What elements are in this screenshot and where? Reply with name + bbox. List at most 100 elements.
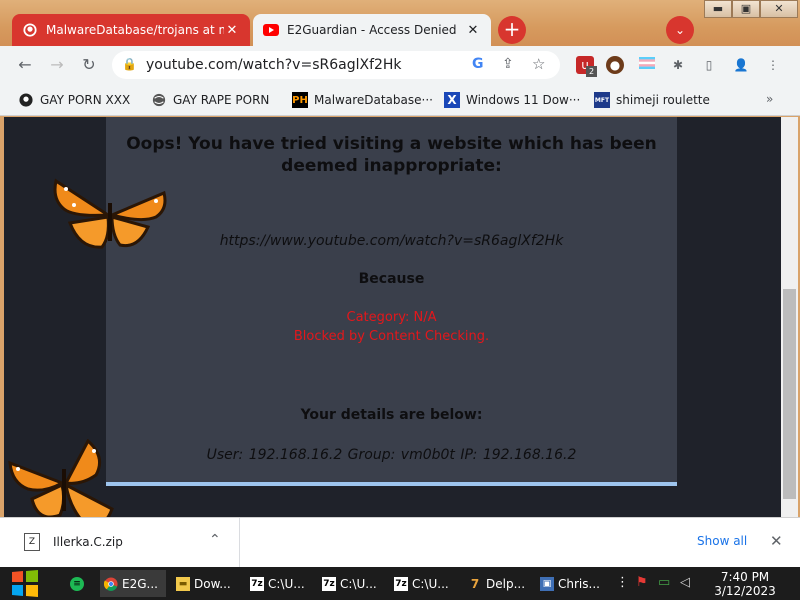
address-bar[interactable]: 🔒 youtube.com/watch?v=sR6aglXf2Hk G ⇪ ☆	[112, 51, 560, 79]
bookmark-label: GAY PORN XXX	[40, 93, 131, 107]
taskbar-label: C:\U...	[340, 576, 377, 591]
side-panel-icon[interactable]: ▯	[700, 56, 718, 74]
page-viewport: Oops! You have tried visiting a website …	[0, 117, 800, 528]
taskbar-label: Delp...	[486, 576, 526, 591]
avatar-extension-icon[interactable]: ●	[606, 56, 624, 74]
taskbar-7zip-2[interactable]: 7z C:\U...	[318, 570, 384, 597]
reload-button[interactable]: ↻	[78, 54, 100, 76]
extension-badge: 2	[586, 66, 597, 77]
share-icon[interactable]: ⇪	[502, 56, 514, 72]
trans-flag-icon[interactable]	[638, 56, 656, 74]
back-button[interactable]: ←	[14, 54, 36, 76]
bookmark-malwaredatabase[interactable]: PH MalwareDatabase···	[292, 92, 433, 108]
taskbar-spotify[interactable]: ≡	[66, 570, 96, 597]
new-tab-button[interactable]: +	[498, 16, 526, 44]
tab-e2guardian[interactable]: E2Guardian - Access Denied ✕	[253, 14, 491, 46]
taskbar-explorer[interactable]: ▬ Dow...	[172, 570, 238, 597]
flag-icon[interactable]: ⚑	[636, 575, 648, 590]
show-all-downloads-link[interactable]: Show all	[697, 534, 747, 548]
bookmark-shimeji-roulette[interactable]: MFT shimeji roulette	[594, 92, 710, 108]
taskbar-label: C:\U...	[268, 576, 305, 591]
volume-icon[interactable]: ◁	[680, 575, 690, 590]
bookmarks-overflow-button[interactable]: »	[766, 92, 773, 106]
arrow-right-icon: →	[50, 55, 64, 74]
taskbar-label: Chris...	[558, 576, 600, 591]
profile-icon[interactable]: 👤	[732, 56, 750, 74]
taskbar-label: E2G...	[122, 576, 158, 591]
folder-icon: ▬	[176, 576, 190, 591]
bookmark-label: MalwareDatabase···	[314, 93, 433, 107]
close-tab-icon[interactable]: ✕	[465, 23, 481, 38]
taskbar-chris[interactable]: ▣ Chris...	[536, 570, 602, 597]
spotify-icon: ≡	[70, 576, 84, 591]
x-icon: X	[444, 92, 460, 108]
download-filename: Illerka.C.zip	[53, 535, 123, 549]
bookmark-gay-rape-porn[interactable]: GAY RAPE PORN	[151, 92, 269, 108]
chevron-up-icon[interactable]: ⌃	[209, 532, 221, 548]
bookmark-windows-11[interactable]: X Windows 11 Dow···	[444, 92, 580, 108]
start-button[interactable]	[10, 569, 40, 598]
network-icon[interactable]: ▭	[658, 575, 670, 590]
download-item[interactable]: Z Illerka.C.zip ⌃	[0, 518, 240, 568]
tab-malwaredatabase[interactable]: MalwareDatabase/trojans at m ✕	[12, 14, 250, 46]
taskbar-label: Dow...	[194, 576, 231, 591]
block-page: Oops! You have tried visiting a website …	[106, 117, 677, 486]
delphi-icon: 7	[470, 576, 480, 591]
taskbar-delphi[interactable]: 7 Delp...	[464, 570, 530, 597]
arrow-left-icon: ←	[18, 55, 32, 74]
tab-title: E2Guardian - Access Denied	[287, 23, 457, 37]
block-reason: Blocked by Content Checking.	[293, 329, 490, 344]
google-icon[interactable]: G	[472, 56, 484, 72]
taskbar: ≡ E2G... ▬ Dow... 7z C:\U... 7z C:\U... …	[0, 567, 800, 600]
globe-icon	[151, 92, 167, 108]
chevron-down-icon: ⌄	[674, 23, 686, 37]
pornhub-icon: PH	[292, 92, 308, 108]
clock-time: 7:40 PM	[720, 570, 770, 584]
tab-search-button[interactable]: ⌄	[666, 16, 694, 44]
lock-icon: 🔒	[122, 57, 137, 71]
block-heading: Oops! You have tried visiting a website …	[126, 134, 657, 176]
tab-title: MalwareDatabase/trojans at m	[46, 23, 224, 37]
chrome-icon	[104, 576, 118, 591]
bookmark-gay-porn-xxx[interactable]: GAY PORN XXX	[18, 92, 130, 108]
bookmark-star-icon[interactable]: ☆	[532, 55, 545, 73]
github-icon	[22, 22, 38, 38]
bookmark-label: shimeji roulette	[616, 93, 710, 107]
puzzle-icon[interactable]: ✱	[669, 56, 687, 74]
app-icon: ▣	[540, 576, 554, 591]
download-bar: Z Illerka.C.zip ⌃ Show all ✕	[0, 517, 800, 568]
scrollbar-thumb[interactable]	[783, 289, 796, 499]
7zip-icon: 7z	[394, 576, 408, 591]
because-label: Because	[358, 271, 425, 287]
menu-icon[interactable]: ⋮	[764, 56, 782, 74]
github-icon	[18, 92, 34, 108]
butterfly-icon[interactable]	[52, 175, 170, 255]
taskbar-7zip-1[interactable]: 7z C:\U...	[246, 570, 312, 597]
taskbar-chrome[interactable]: E2G...	[100, 570, 166, 597]
tab-strip: MalwareDatabase/trojans at m ✕ E2Guardia…	[0, 0, 800, 46]
minimize-button[interactable]: ▬	[704, 0, 732, 18]
close-tab-icon[interactable]: ✕	[224, 23, 240, 38]
blocked-url: https://www.youtube.com/watch?v=sR6aglXf…	[219, 233, 564, 249]
address-text[interactable]: youtube.com/watch?v=sR6aglXf2Hk	[146, 57, 402, 73]
window-border	[0, 117, 4, 517]
7zip-icon: 7z	[250, 576, 264, 591]
bookmarks-bar: GAY PORN XXX GAY RAPE PORN PH MalwareDat…	[0, 84, 800, 116]
forward-button[interactable]: →	[46, 54, 68, 76]
close-window-button[interactable]: ✕	[760, 0, 798, 18]
7zip-icon: 7z	[322, 576, 336, 591]
zip-file-icon: Z	[24, 533, 40, 551]
user-details: User: 192.168.16.2 Group: vm0b0t IP: 192…	[206, 447, 577, 463]
details-heading: Your details are below:	[300, 407, 483, 423]
taskbar-label: C:\U...	[412, 576, 449, 591]
overflow-tray-icon[interactable]: ⋮	[616, 575, 629, 590]
maximize-button[interactable]: ▣	[732, 0, 760, 18]
block-category: Category: N/A	[346, 310, 437, 325]
taskbar-7zip-3[interactable]: 7z C:\U...	[390, 570, 456, 597]
system-clock[interactable]: 7:40 PM 3/12/2023	[714, 570, 776, 598]
mft-icon: MFT	[594, 92, 610, 108]
youtube-icon	[263, 22, 279, 38]
bookmark-label: GAY RAPE PORN	[173, 93, 270, 107]
bookmark-label: Windows 11 Dow···	[466, 93, 581, 107]
close-download-bar-icon[interactable]: ✕	[770, 532, 783, 550]
